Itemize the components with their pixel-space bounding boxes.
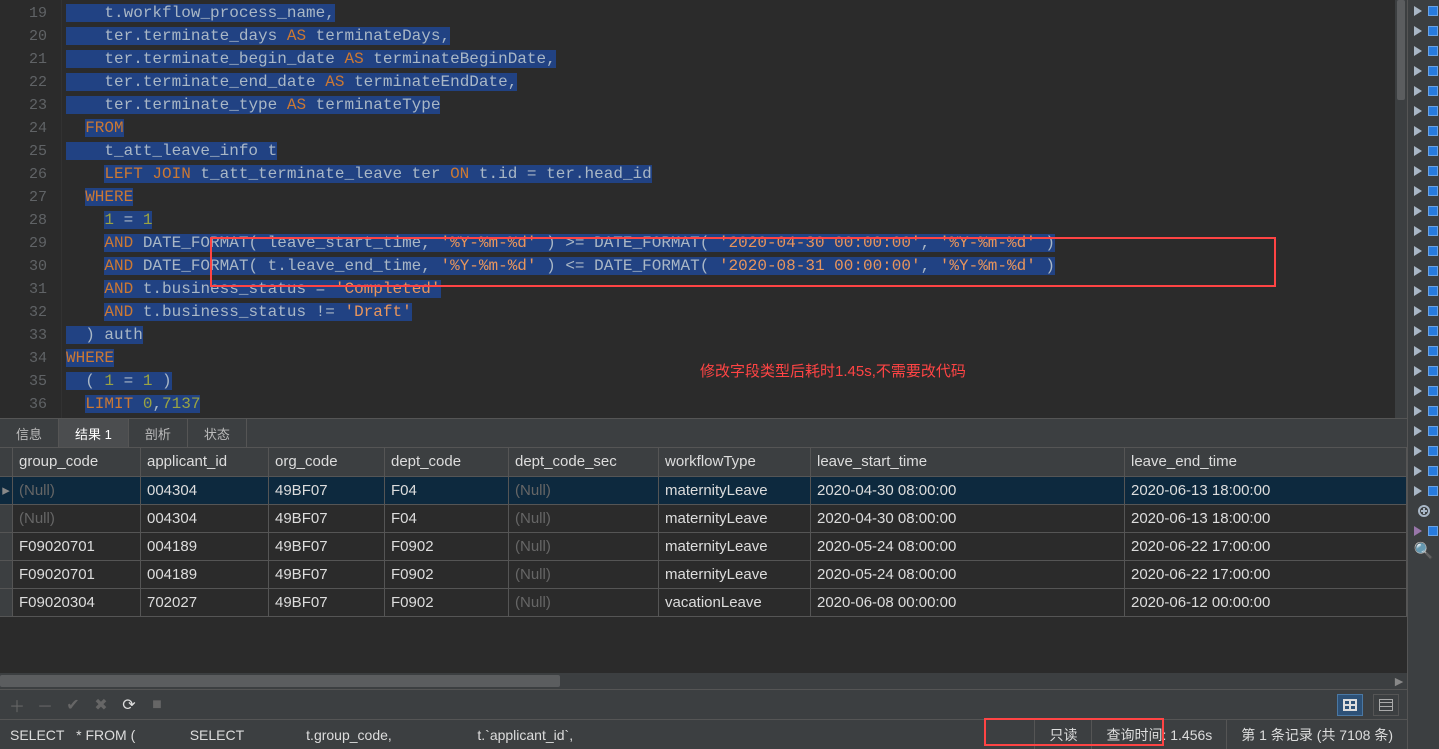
apply-button[interactable]: ✔ — [64, 696, 82, 714]
side-item-icon[interactable] — [1410, 362, 1438, 380]
code-line[interactable]: AND DATE_FORMAT( leave_start_time, '%Y-%… — [66, 232, 1407, 255]
side-item-icon[interactable] — [1410, 222, 1438, 240]
code-line[interactable]: LIMIT 0,7137 — [66, 393, 1407, 416]
right-sidebar: 🔍 — [1407, 0, 1439, 749]
side-item-icon[interactable] — [1410, 262, 1438, 280]
annotation-text: 修改字段类型后耗时1.45s,不需要改代码 — [700, 360, 966, 383]
side-item-icon[interactable] — [1410, 142, 1438, 160]
side-item-icon[interactable] — [1410, 122, 1438, 140]
search-icon[interactable]: 🔍 — [1410, 542, 1438, 560]
line-gutter: 192021222324252627282930313233343536 — [0, 0, 62, 418]
stop-button[interactable]: ■ — [148, 696, 166, 714]
side-item-icon[interactable] — [1410, 422, 1438, 440]
side-item-icon[interactable] — [1410, 402, 1438, 420]
tab-剖析[interactable]: 剖析 — [129, 419, 188, 447]
tab-结果 1[interactable]: 结果 1 — [59, 419, 129, 447]
side-item-icon[interactable] — [1410, 302, 1438, 320]
table-row[interactable]: (Null)00430449BF07F04(Null)maternityLeav… — [0, 504, 1407, 532]
code-line[interactable]: t.workflow_process_name, — [66, 2, 1407, 25]
form-view-button[interactable] — [1373, 694, 1399, 716]
side-item-icon[interactable] — [1410, 282, 1438, 300]
col-group_code[interactable]: group_code — [13, 448, 141, 476]
code-line[interactable]: FROM — [66, 117, 1407, 140]
grid-toolbar: ＋ － ✔ ✖ ⟳ ■ — [0, 689, 1407, 719]
col-dept_code[interactable]: dept_code — [385, 448, 509, 476]
side-item-icon[interactable] — [1410, 382, 1438, 400]
table-row[interactable]: F0902070100418949BF07F0902(Null)maternit… — [0, 532, 1407, 560]
editor-scrollbar[interactable] — [1395, 0, 1407, 418]
result-grid[interactable]: group_codeapplicant_idorg_codedept_coded… — [0, 448, 1407, 673]
grid-view-button[interactable] — [1337, 694, 1363, 716]
record-count-label: 第 1 条记录 (共 7108 条) — [1226, 720, 1407, 749]
side-item-icon[interactable] — [1410, 2, 1438, 20]
side-item-icon[interactable] — [1410, 522, 1438, 540]
code-line[interactable]: ter.terminate_days AS terminateDays, — [66, 25, 1407, 48]
scroll-right-icon[interactable]: ► — [1391, 673, 1407, 689]
side-item-icon[interactable] — [1410, 322, 1438, 340]
side-item-icon[interactable] — [1410, 342, 1438, 360]
side-item-icon[interactable] — [1410, 42, 1438, 60]
code-line[interactable]: ter.terminate_begin_date AS terminateBeg… — [66, 48, 1407, 71]
col-org_code[interactable]: org_code — [269, 448, 385, 476]
code-line[interactable]: AND t.business_status != 'Draft' — [66, 301, 1407, 324]
add-row-button[interactable]: ＋ — [8, 696, 26, 714]
table-row[interactable]: F0902070100418949BF07F0902(Null)maternit… — [0, 560, 1407, 588]
query-time-label: 查询时间: 1.456s — [1091, 720, 1226, 749]
code-line[interactable]: AND DATE_FORMAT( t.leave_end_time, '%Y-%… — [66, 255, 1407, 278]
col-dept_code_sec[interactable]: dept_code_sec — [509, 448, 659, 476]
code-line[interactable]: ter.terminate_end_date AS terminateEndDa… — [66, 71, 1407, 94]
sql-editor[interactable]: 192021222324252627282930313233343536 t.w… — [0, 0, 1407, 418]
col-applicant_id[interactable]: applicant_id — [141, 448, 269, 476]
code-line[interactable]: 1 = 1 — [66, 209, 1407, 232]
side-item-icon[interactable] — [1410, 442, 1438, 460]
code-line[interactable]: ) auth — [66, 324, 1407, 347]
table-row[interactable]: F0902030470202749BF07F0902(Null)vacation… — [0, 588, 1407, 616]
result-tabs: 信息结果 1剖析状态 — [0, 418, 1407, 448]
refresh-button[interactable]: ⟳ — [120, 696, 138, 714]
code-line[interactable]: AND t.business_status = 'Completed' — [66, 278, 1407, 301]
readonly-label: 只读 — [1034, 720, 1091, 749]
side-item-icon[interactable] — [1410, 482, 1438, 500]
col-workflowType[interactable]: workflowType — [659, 448, 811, 476]
status-bar: SELECT * FROM ( SELECT t.group_code, t.`… — [0, 719, 1407, 749]
tab-状态[interactable]: 状态 — [188, 419, 247, 447]
cancel-button[interactable]: ✖ — [92, 696, 110, 714]
table-row[interactable]: ▸(Null)00430449BF07F04(Null)maternityLea… — [0, 476, 1407, 504]
side-item-icon[interactable] — [1410, 242, 1438, 260]
side-item-icon[interactable] — [1410, 62, 1438, 80]
code-line[interactable]: LEFT JOIN t_att_terminate_leave ter ON t… — [66, 163, 1407, 186]
side-item-icon[interactable] — [1410, 82, 1438, 100]
code-area[interactable]: t.workflow_process_name, ter.terminate_d… — [62, 0, 1407, 418]
col-leave_start_time[interactable]: leave_start_time — [811, 448, 1125, 476]
code-line[interactable]: WHERE — [66, 186, 1407, 209]
side-item-icon[interactable] — [1410, 102, 1438, 120]
code-line[interactable]: ter.terminate_type AS terminateType — [66, 94, 1407, 117]
side-item-icon[interactable] — [1410, 162, 1438, 180]
remove-row-button[interactable]: － — [36, 696, 54, 714]
side-item-icon[interactable] — [1410, 462, 1438, 480]
col-leave_end_time[interactable]: leave_end_time — [1125, 448, 1407, 476]
add-icon[interactable] — [1410, 502, 1438, 520]
tab-信息[interactable]: 信息 — [0, 419, 59, 447]
grid-h-scroll[interactable]: ◄ ► — [0, 673, 1407, 689]
code-line[interactable]: t_att_leave_info t — [66, 140, 1407, 163]
status-sql: SELECT * FROM ( SELECT t.group_code, t.`… — [0, 727, 583, 743]
side-item-icon[interactable] — [1410, 22, 1438, 40]
side-item-icon[interactable] — [1410, 202, 1438, 220]
side-item-icon[interactable] — [1410, 182, 1438, 200]
